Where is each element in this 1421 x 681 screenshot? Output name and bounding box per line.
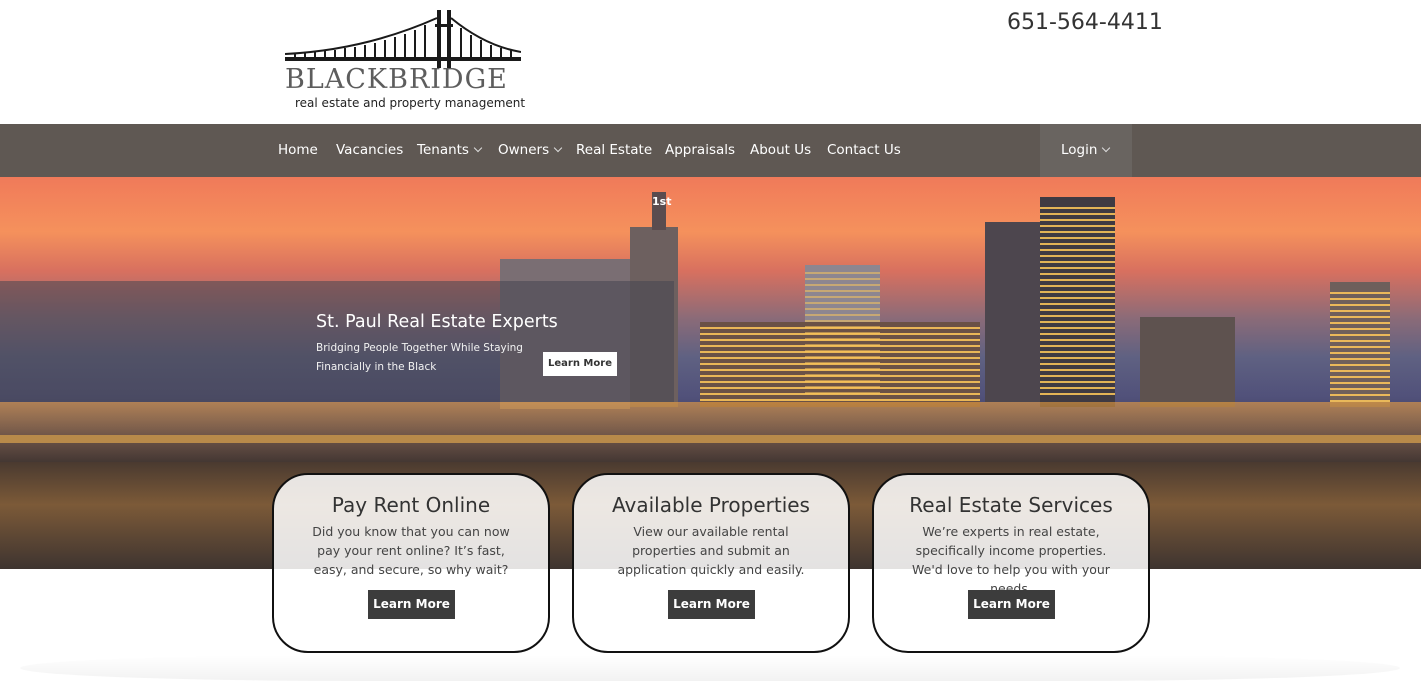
nav-item-label: Tenants [417, 142, 469, 158]
login-button[interactable]: Login [1061, 124, 1111, 177]
card-available-properties: Available Properties View our available … [572, 473, 850, 653]
nav-item-label: Vacancies [336, 142, 404, 158]
pay-rent-learn-more-button[interactable]: Learn More [368, 590, 455, 619]
logo-wordmark: BLACKBRIDGE [285, 64, 508, 95]
bridge-icon [285, 10, 521, 68]
main-nav: Home Vacancies Tenants Owners Real Estat… [0, 124, 1421, 177]
card-title: Real Estate Services [909, 493, 1113, 517]
nav-item-contact-us[interactable]: Contact Us [827, 124, 901, 177]
nav-item-label: Contact Us [827, 142, 901, 158]
nav-item-label: Owners [498, 142, 550, 158]
card-title: Pay Rent Online [331, 493, 491, 517]
services-learn-more-button[interactable]: Learn More [968, 590, 1055, 619]
building-lights [805, 272, 880, 397]
nav-item-owners[interactable]: Owners [498, 124, 563, 177]
card-text: Did you know that you can now pay your r… [312, 524, 510, 577]
skyline-building [1140, 317, 1235, 407]
nav-item-label: Appraisals [665, 142, 736, 158]
nav-item-appraisals[interactable]: Appraisals [665, 124, 735, 177]
nav-item-real-estate[interactable]: Real Estate [576, 124, 652, 177]
city-lights-band [0, 402, 1421, 462]
properties-learn-more-button[interactable]: Learn More [668, 590, 755, 619]
section-shadow [20, 655, 1400, 681]
card-text: View our available rental properties and… [617, 524, 805, 577]
nav-item-about-us[interactable]: About Us [750, 124, 811, 177]
login-label: Login [1061, 142, 1098, 158]
bridge-deck [0, 435, 1421, 443]
skyline-building [985, 222, 1040, 402]
nav-item-label: Home [278, 142, 318, 158]
nav-item-label: About Us [750, 142, 812, 158]
hero-learn-more-button[interactable]: Learn More [543, 352, 617, 376]
site-logo[interactable]: BLACKBRIDGE real estate and property man… [285, 10, 525, 114]
hero-title: St. Paul Real Estate Experts [316, 312, 558, 332]
nav-item-home[interactable]: Home [278, 124, 318, 177]
login-menu[interactable]: Login [1040, 124, 1132, 177]
hero-subtitle: Bridging People Together While Staying F… [316, 342, 523, 373]
hero-sign: 1st [652, 195, 672, 208]
building-lights [1330, 292, 1390, 402]
chevron-down-icon [473, 143, 483, 153]
card-real-estate-services: Real Estate Services We’re experts in re… [872, 473, 1150, 653]
card-pay-rent: Pay Rent Online Did you know that you ca… [272, 473, 550, 653]
card-title: Available Properties [612, 493, 810, 517]
chevron-down-icon [553, 143, 563, 153]
logo-tagline: real estate and property management [295, 96, 526, 110]
card-text: We’re experts in real estate, specifical… [912, 524, 1110, 596]
building-lights [1040, 207, 1115, 397]
nav-item-label: Real Estate [576, 142, 653, 158]
site-header: BLACKBRIDGE real estate and property man… [0, 0, 1421, 124]
nav-item-tenants[interactable]: Tenants [417, 124, 483, 177]
nav-item-vacancies[interactable]: Vacancies [336, 124, 403, 177]
chevron-down-icon [1102, 143, 1111, 153]
phone-number[interactable]: 651-564-4411 [1007, 10, 1163, 35]
